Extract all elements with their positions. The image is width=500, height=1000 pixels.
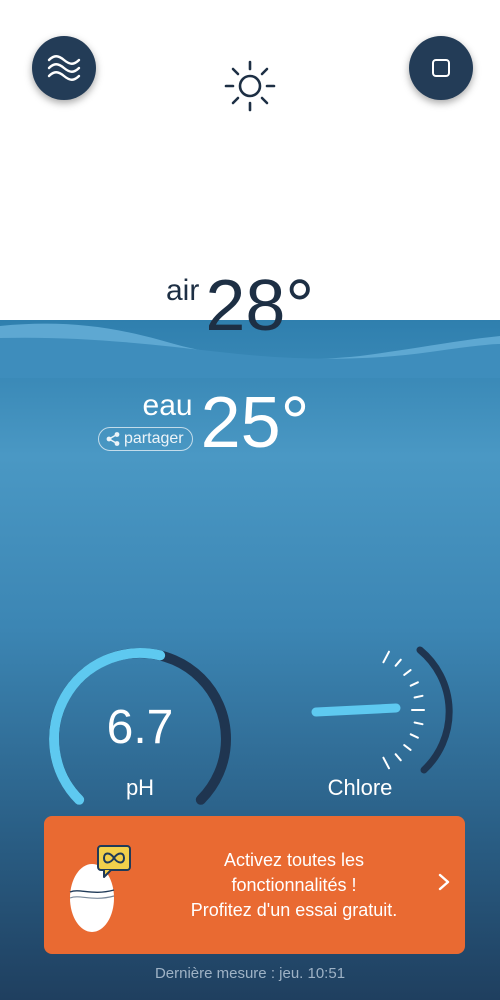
chlore-tick <box>382 756 390 770</box>
share-label: partager <box>124 430 184 447</box>
ph-label: pH <box>125 775 155 800</box>
water-value: 25° <box>200 383 310 463</box>
last-measure-text: Dernière mesure : jeu. 10:51 <box>154 965 346 982</box>
stop-button[interactable] <box>409 36 473 100</box>
chlore-tick <box>413 694 424 699</box>
air-label: air <box>166 274 200 307</box>
waves-icon <box>47 55 81 81</box>
chlore-tick <box>394 658 402 667</box>
chlore-tick <box>394 753 402 762</box>
promo-line-3: Profitez d'un essai gratuit. <box>190 900 398 920</box>
chlore-needle <box>311 703 401 717</box>
sensor-infinity-icon <box>69 845 131 932</box>
menu-button[interactable] <box>32 36 96 100</box>
air-temperature: air 28° <box>166 268 314 344</box>
ph-value: 6.7 <box>106 701 174 754</box>
stop-square-icon <box>432 59 450 77</box>
promo-line-1: Activez toutes les <box>223 850 365 870</box>
chlore-tick <box>382 650 390 664</box>
chlore-tick <box>409 681 419 687</box>
chevron-right-icon <box>438 873 450 891</box>
sun-icon[interactable] <box>222 58 278 114</box>
share-icon <box>106 432 120 446</box>
promo-line-2: fonctionnalités ! <box>231 875 357 895</box>
promo-text: Activez toutes les fonctionnalités ! Pro… <box>144 848 444 923</box>
share-button[interactable]: partager <box>98 427 193 451</box>
water-label: eau <box>142 389 193 422</box>
chlore-tick <box>413 721 424 726</box>
chlore-tick <box>409 733 419 739</box>
chlore-tick <box>403 669 412 676</box>
chlore-label: Chlore <box>327 775 393 800</box>
water-temperature: eau partager 25° <box>98 385 309 461</box>
chlore-tick <box>403 744 412 751</box>
air-value: 28° <box>205 266 315 346</box>
free-trial-banner[interactable]: Activez toutes les fonctionnalités ! Pro… <box>44 816 465 954</box>
